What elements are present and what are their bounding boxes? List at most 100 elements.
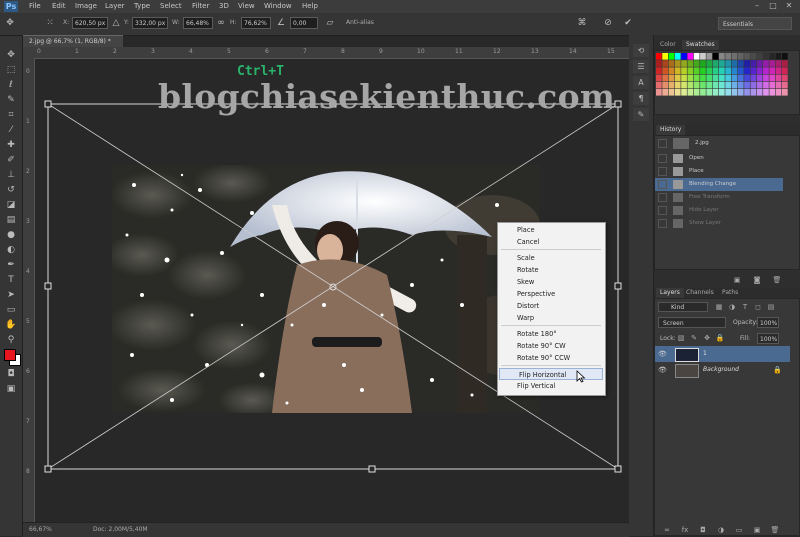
swatch-cell[interactable] [744, 53, 750, 60]
workspace-select[interactable]: Essentials [718, 17, 792, 30]
swatch-cell[interactable] [668, 89, 675, 96]
swatch-cell[interactable] [750, 53, 757, 60]
tab-paths[interactable]: Paths [718, 288, 742, 298]
swatch-cell[interactable] [744, 89, 750, 96]
swatch-cell[interactable] [693, 74, 700, 82]
visibility-eye-icon[interactable]: 👁 [658, 362, 667, 378]
swatch-cell[interactable] [737, 53, 744, 60]
eyedropper-tool-icon[interactable]: ⁄ [4, 125, 18, 136]
swatch-cell[interactable] [662, 67, 668, 74]
menu-item-distort[interactable]: Distort [498, 300, 604, 312]
marquee-tool-icon[interactable]: ⬚ [4, 65, 18, 76]
filter-type-icon[interactable]: T [740, 303, 750, 311]
swatch-cell[interactable] [731, 67, 738, 74]
tab-channels[interactable]: Channels [682, 288, 718, 298]
swatch-cell[interactable] [674, 60, 681, 67]
swatch-cell[interactable] [769, 67, 776, 74]
history-snapshot[interactable]: 2.jpg [655, 137, 783, 150]
paragraph-panel-icon[interactable]: ¶ [633, 92, 649, 105]
skew-h-icon[interactable]: ▱ [324, 18, 336, 29]
swatch-cell[interactable] [719, 67, 725, 74]
gradient-tool-icon[interactable]: ▤ [4, 215, 18, 226]
move-tool-icon[interactable]: ✥ [4, 50, 18, 61]
tab-history[interactable]: History [656, 125, 686, 135]
swatch-cell[interactable] [744, 74, 750, 82]
link-icon[interactable]: ∞ [215, 18, 227, 29]
swatch-cell[interactable] [756, 89, 763, 96]
menu-type[interactable]: Type [134, 0, 150, 13]
swatch-cell[interactable] [763, 53, 769, 60]
opacity-field[interactable]: 100% [757, 317, 779, 328]
menu-item-place[interactable]: Place [498, 224, 604, 236]
swatch-cell[interactable] [769, 60, 776, 67]
swatch-cell[interactable] [725, 60, 731, 67]
swatch-cell[interactable] [769, 81, 776, 89]
zoom-level[interactable]: 66,67% [29, 526, 52, 533]
swatch-cell[interactable] [700, 74, 706, 82]
reference-point-icon[interactable]: ⁙ [44, 18, 56, 29]
quick-select-tool-icon[interactable]: ✎ [4, 95, 18, 106]
swatch-cell[interactable] [782, 60, 788, 67]
swatch-cell[interactable] [693, 89, 700, 96]
swatch-cell[interactable] [674, 53, 681, 60]
swatch-cell[interactable] [668, 74, 675, 82]
lock-pixels-icon[interactable]: ✎ [689, 334, 699, 342]
zoom-tool-icon[interactable]: ⚲ [4, 335, 18, 346]
swatch-cell[interactable] [662, 81, 668, 89]
maximize-icon[interactable]: □ [768, 1, 778, 11]
menu-view[interactable]: View [238, 0, 255, 13]
swatch-cell[interactable] [782, 89, 788, 96]
swatch-cell[interactable] [668, 81, 675, 89]
swatch-cell[interactable] [750, 67, 757, 74]
swatch-cell[interactable] [706, 60, 713, 67]
swatch-cell[interactable] [706, 67, 713, 74]
move-tool-icon[interactable]: ✥ [4, 18, 16, 29]
swatch-cell[interactable] [706, 53, 713, 60]
layer-style-icon[interactable]: fx [680, 526, 690, 534]
swatch-cell[interactable] [693, 67, 700, 74]
doc-size[interactable]: Doc: 2,00M/5,40M [93, 526, 148, 533]
swatch-cell[interactable] [775, 89, 782, 96]
swatch-cell[interactable] [687, 60, 694, 67]
swatch-cell[interactable] [687, 67, 694, 74]
type-tool-icon[interactable]: T [4, 275, 18, 286]
new-layer-icon[interactable]: ▣ [752, 526, 762, 534]
healing-brush-icon[interactable]: ✚ [4, 140, 18, 151]
menu-item-flip-horizontal[interactable]: Flip Horizontal [499, 368, 603, 380]
swatch-cell[interactable] [681, 67, 687, 74]
history-item-dimmed[interactable]: Free Transform [655, 191, 783, 204]
document-tab[interactable]: 2.jpg @ 66,7% (1, RGB/8) * [23, 35, 123, 47]
swatch-cell[interactable] [782, 53, 788, 60]
menu-window[interactable]: Window [264, 0, 292, 13]
swatch-cell[interactable] [656, 60, 662, 67]
menu-item-perspective[interactable]: Perspective [498, 288, 604, 300]
close-icon[interactable]: ✕ [784, 1, 794, 11]
swatch-cell[interactable] [763, 67, 769, 74]
lock-all-icon[interactable]: 🔒 [715, 334, 725, 342]
swatch-cell[interactable] [700, 60, 706, 67]
layer-name[interactable]: Background [703, 362, 739, 378]
swatch-cell[interactable] [744, 81, 750, 89]
interpolation-label[interactable]: Anti-alias [346, 19, 374, 26]
swatch-cell[interactable] [662, 53, 668, 60]
layer-row-selected[interactable]: 👁 1 [655, 346, 790, 362]
swatch-cell[interactable] [687, 81, 694, 89]
filter-smart-icon[interactable]: ▤ [766, 303, 776, 311]
swatch-cell[interactable] [681, 53, 687, 60]
swatch-cell[interactable] [700, 89, 706, 96]
layer-row[interactable]: 👁 Background 🔒 [655, 362, 790, 378]
menu-3d[interactable]: 3D [219, 0, 229, 13]
swatch-cell[interactable] [712, 67, 719, 74]
hand-tool-icon[interactable]: ✋ [4, 320, 18, 331]
menu-item-rotate[interactable]: Rotate [498, 264, 604, 276]
swatch-cell[interactable] [725, 67, 731, 74]
swatch-cell[interactable] [719, 81, 725, 89]
swatch-cell[interactable] [693, 81, 700, 89]
swatch-cell[interactable] [725, 53, 731, 60]
add-mask-icon[interactable]: ◘ [698, 526, 708, 534]
menu-item-cancel[interactable]: Cancel [498, 236, 604, 248]
brush-tool-icon[interactable]: ✐ [4, 155, 18, 166]
foreground-color-swatch[interactable] [4, 349, 16, 361]
swatch-cell[interactable] [775, 81, 782, 89]
history-item[interactable]: Open [655, 152, 783, 165]
